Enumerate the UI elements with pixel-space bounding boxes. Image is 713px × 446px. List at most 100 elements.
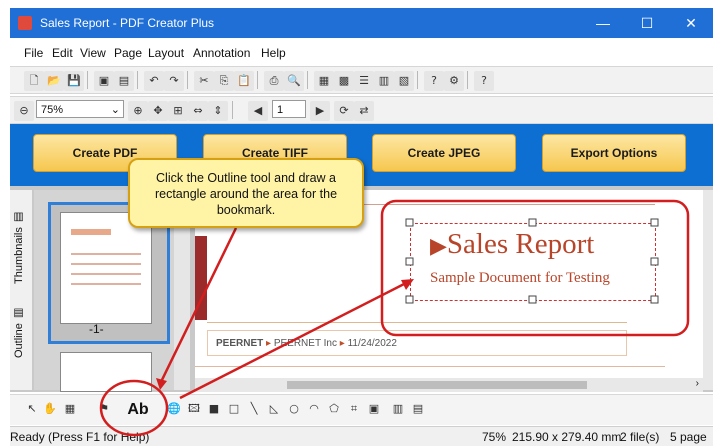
menu-layout[interactable]: Layout	[148, 46, 184, 60]
footer-arrow-icon: ▸	[266, 338, 272, 349]
tab-thumbnails[interactable]: Thumbnails ▥	[12, 208, 30, 288]
vertical-scrollbar[interactable]	[703, 190, 713, 390]
toolbar-separator	[187, 71, 188, 89]
doc-rule	[207, 322, 627, 323]
open-icon[interactable]: 📂	[44, 71, 64, 91]
list-view-icon[interactable]: ▥	[374, 71, 394, 91]
status-zoom: 75%	[482, 430, 507, 444]
zoom-value: 75%	[41, 104, 64, 116]
single-page-view-icon[interactable]: ▦	[314, 71, 334, 91]
fit-height-icon[interactable]: ⇕	[208, 101, 228, 121]
tab-outline[interactable]: Outline ▤	[12, 302, 30, 364]
toolbar-separator	[467, 71, 468, 89]
page-thumbnail[interactable]	[60, 352, 152, 392]
outline-view-icon[interactable]: ☰	[354, 71, 374, 91]
swap-pages-icon[interactable]: ⇄	[354, 101, 374, 121]
new-icon[interactable]: 🗋	[24, 71, 44, 91]
menu-annotation[interactable]: Annotation	[193, 46, 250, 60]
page-number-input[interactable]: 1	[272, 100, 306, 118]
close-button[interactable]: ✕	[669, 8, 713, 38]
zoom-in-icon[interactable]: ⊕	[128, 101, 148, 121]
instruction-callout: Click the Outline tool and draw a rectan…	[128, 158, 364, 228]
doc-title: ▶Sales Report	[430, 228, 594, 261]
undo-icon[interactable]: ↶	[144, 71, 164, 91]
layers-icon[interactable]: ▤	[408, 399, 428, 419]
line-icon[interactable]: ╲	[244, 399, 264, 419]
toolbar-separator	[232, 101, 233, 119]
rectangle-icon[interactable]: □	[224, 399, 244, 419]
thumbnail-line	[71, 273, 141, 275]
pan-icon[interactable]: ✥	[148, 101, 168, 121]
doc-subtitle: Sample Document for Testing	[430, 270, 610, 286]
status-bar: Ready (Press F1 for Help) 75% 215.90 x 2…	[10, 426, 713, 446]
menu-page[interactable]: Page	[114, 46, 142, 60]
minimize-button[interactable]: —	[581, 8, 625, 38]
zoom-out-icon[interactable]: ⊖	[14, 101, 34, 121]
doc-title-text: Sales Report	[446, 228, 595, 260]
scroll-right-icon[interactable]: ›	[696, 378, 699, 389]
help-icon[interactable]: ?	[474, 71, 494, 91]
context-help-icon[interactable]: ?	[424, 71, 444, 91]
horizontal-scroll-thumb[interactable]	[287, 381, 587, 389]
menu-file[interactable]: File	[24, 46, 43, 60]
tab-thumbnails-label: Thumbnails	[13, 227, 25, 285]
window-title: Sales Report - PDF Creator Plus	[40, 16, 215, 30]
columns-view-icon[interactable]: ▧	[394, 71, 414, 91]
export-options-button[interactable]: Export Options	[542, 134, 686, 172]
outline-tool-icon[interactable]: Ab	[124, 397, 152, 423]
toolbar-separator	[137, 71, 138, 89]
filled-rectangle-icon[interactable]: ■	[204, 399, 224, 419]
thumbnail-line	[71, 253, 141, 255]
menu-edit[interactable]: Edit	[52, 46, 73, 60]
ellipse-icon[interactable]: ○	[284, 399, 304, 419]
fit-page-icon[interactable]: ⊞	[168, 101, 188, 121]
stamp-icon[interactable]: ▣	[364, 399, 384, 419]
doc-footer: PEERNET ▸ PEERNET Inc ▸ 11/24/2022	[207, 330, 627, 356]
menu-help[interactable]: Help	[261, 46, 286, 60]
crop-icon[interactable]: ⌗	[344, 399, 364, 419]
select-arrow-icon[interactable]: ↖	[22, 399, 42, 419]
freehand-icon[interactable]: ◠	[304, 399, 324, 419]
toolbar-separator	[87, 71, 88, 89]
standard-toolbar: 🗋 📂 💾 ▣ ▤ ↶ ↷ ✂ ⎘ 📋 ⎙ 🔍 ▦ ▩ ☰ ▥ ▧ ? ⚙ ?	[10, 66, 713, 94]
thumbnail-title-mark	[71, 229, 111, 235]
properties-icon[interactable]: ▦	[60, 399, 80, 419]
delete-page-icon[interactable]: ▤	[114, 71, 134, 91]
insert-page-icon[interactable]: ▣	[94, 71, 114, 91]
hand-icon[interactable]: ✋	[40, 399, 60, 419]
menu-view[interactable]: View	[80, 46, 106, 60]
print-preview-icon[interactable]: 🔍	[284, 71, 304, 91]
cut-icon[interactable]: ✂	[194, 71, 214, 91]
view-toolbar: ⊖ 75% ⌄ ⊕ ✥ ⊞ ⇔ ⇕ ◀ 1 ▶ ⟳ ⇄	[10, 96, 713, 124]
print-area-icon[interactable]: ▥	[388, 399, 408, 419]
link-tool-icon[interactable]: ⚑	[94, 399, 114, 419]
triangle-icon[interactable]: ◺	[264, 399, 284, 419]
print-icon[interactable]: ⎙	[264, 71, 284, 91]
settings-icon[interactable]: ⚙	[444, 71, 464, 91]
polygon-icon[interactable]: ⬠	[324, 399, 344, 419]
thumbnail-line	[71, 263, 141, 265]
maximize-button[interactable]: ☐	[625, 8, 669, 38]
horizontal-scrollbar[interactable]: ›	[195, 378, 703, 392]
previous-page-icon[interactable]: ◀	[248, 101, 268, 121]
paste-icon[interactable]: 📋	[234, 71, 254, 91]
image-icon[interactable]: 🖾	[184, 399, 204, 419]
create-jpeg-button[interactable]: Create JPEG	[372, 134, 516, 172]
grid-view-icon[interactable]: ▩	[334, 71, 354, 91]
sidebar-tabs: Thumbnails ▥ Outline ▤	[10, 190, 32, 390]
redo-icon[interactable]: ↷	[164, 71, 184, 91]
toolbar-separator	[257, 71, 258, 89]
fit-width-icon[interactable]: ⇔	[188, 101, 208, 121]
web-link-icon[interactable]: 🌐	[164, 399, 184, 419]
rotate-icon[interactable]: ⟳	[334, 101, 354, 121]
copy-icon[interactable]: ⎘	[214, 71, 234, 91]
app-icon	[18, 16, 32, 30]
doc-rule	[195, 366, 665, 367]
save-icon[interactable]: 💾	[64, 71, 84, 91]
status-message: Ready (Press F1 for Help)	[10, 430, 150, 444]
page-thumbnail[interactable]	[60, 212, 152, 324]
next-page-icon[interactable]: ▶	[310, 101, 330, 121]
menu-bar: File Edit View Page Layout Annotation He…	[10, 42, 713, 64]
zoom-select[interactable]: 75% ⌄	[36, 100, 124, 118]
status-page-size: 215.90 x 279.40 mm	[512, 430, 622, 444]
